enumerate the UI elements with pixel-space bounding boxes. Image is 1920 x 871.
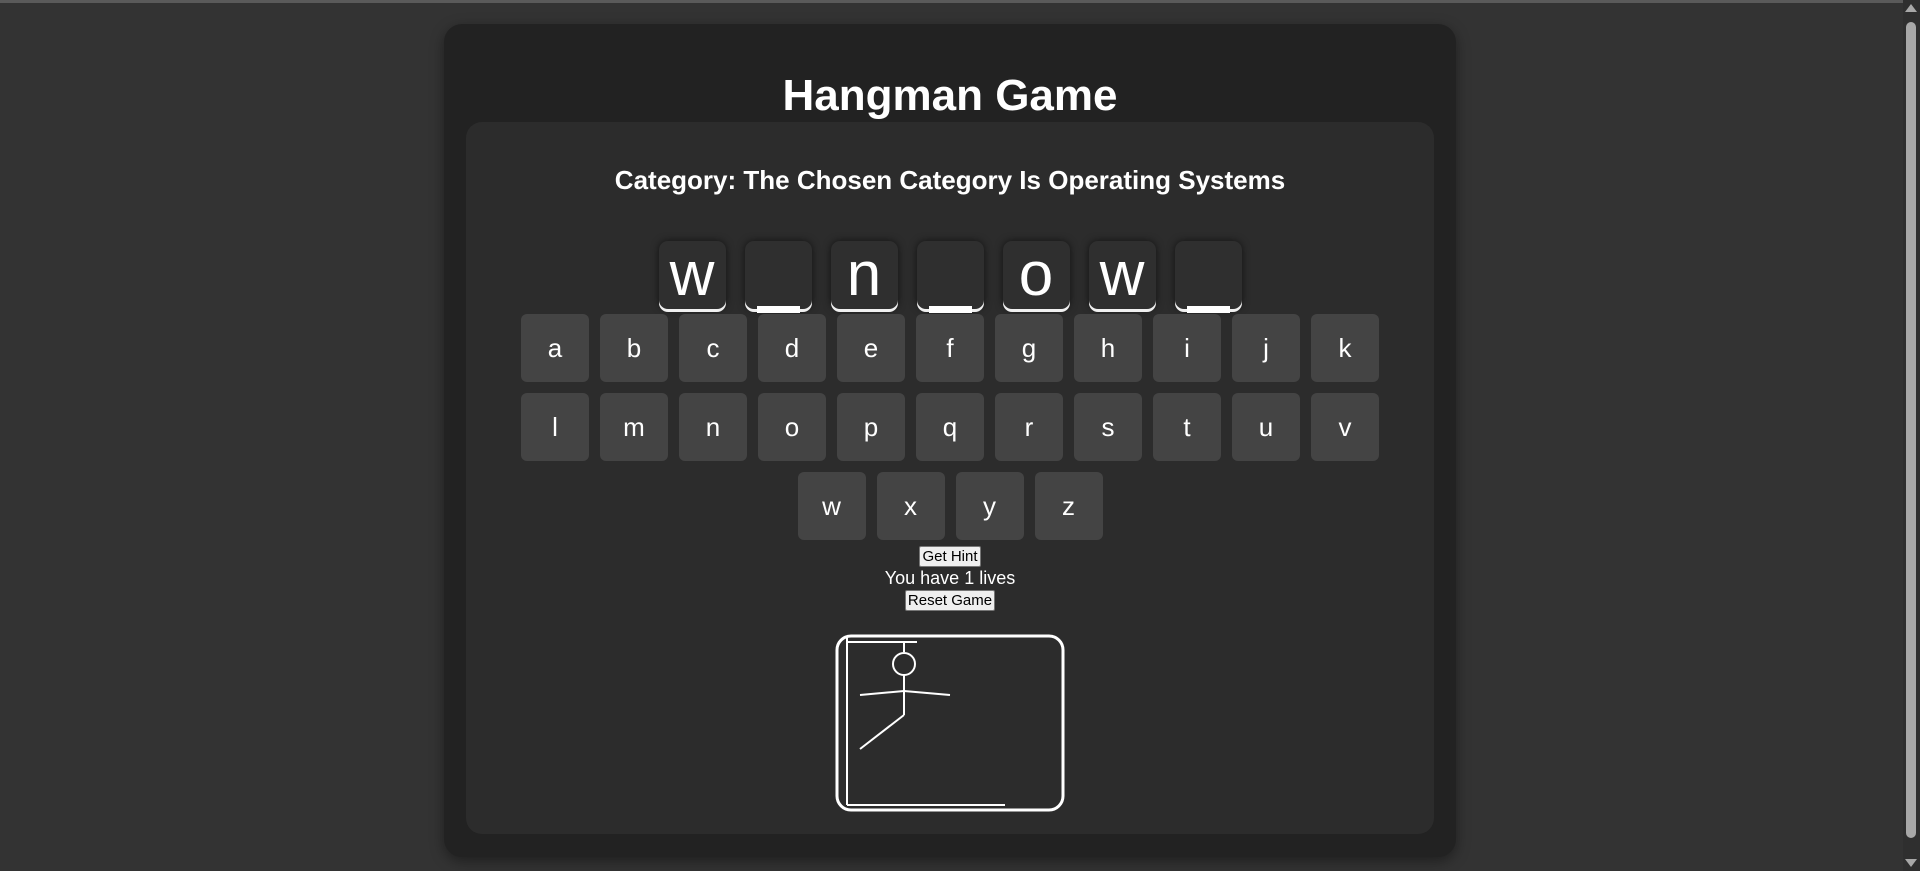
word-slot-letter: n [830, 241, 898, 309]
page-title: Hangman Game [782, 71, 1118, 120]
window-top-border [0, 0, 1920, 3]
letter-key-g[interactable]: g [995, 314, 1063, 382]
scroll-up-arrow-icon[interactable] [1905, 4, 1917, 12]
word-slot-letter: w [658, 241, 726, 309]
word-slot-blank [744, 241, 812, 313]
letter-key-u[interactable]: u [1232, 393, 1300, 461]
letter-key-a[interactable]: a [521, 314, 589, 382]
letter-key-p[interactable]: p [837, 393, 905, 461]
game-board: Category: The Chosen Category Is Operati… [466, 122, 1434, 834]
letter-key-b[interactable]: b [600, 314, 668, 382]
letter-key-s[interactable]: s [1074, 393, 1142, 461]
letter-key-f[interactable]: f [916, 314, 984, 382]
blank-underscore [756, 306, 800, 313]
lives-counter: You have 1 lives [884, 568, 1016, 588]
get-hint-button[interactable]: Get Hint [919, 546, 981, 567]
blank-underscore [1186, 306, 1230, 313]
hangman-left-arm [859, 690, 905, 696]
canvas-frame [835, 634, 1065, 812]
hangman-canvas [835, 634, 1065, 812]
keyboard-row: abcdefghijk [466, 314, 1434, 382]
scroll-down-arrow-icon[interactable] [1905, 859, 1917, 867]
vertical-scrollbar[interactable] [1903, 0, 1920, 871]
blank-underscore [928, 306, 972, 313]
letter-key-x[interactable]: x [876, 472, 945, 540]
letter-key-o[interactable]: o [758, 393, 826, 461]
word-slot-blank [916, 241, 984, 313]
hangman-head [892, 652, 916, 676]
letter-keyboard: abcdefghijk lmnopqrstuv wxyz [466, 314, 1434, 551]
hangman-right-arm [903, 690, 951, 696]
reset-game-button[interactable]: Reset Game [904, 590, 996, 611]
game-controls: Get Hint You have 1 lives Reset Game [466, 546, 1434, 611]
letter-key-w[interactable]: w [797, 472, 866, 540]
letter-key-n[interactable]: n [679, 393, 747, 461]
letter-key-c[interactable]: c [679, 314, 747, 382]
word-slot-letter: o [1002, 241, 1070, 309]
letter-key-e[interactable]: e [837, 314, 905, 382]
keyboard-row: lmnopqrstuv [466, 393, 1434, 461]
letter-key-z[interactable]: z [1034, 472, 1103, 540]
letter-key-k[interactable]: k [1311, 314, 1379, 382]
scrollbar-thumb[interactable] [1906, 22, 1916, 838]
letter-key-r[interactable]: r [995, 393, 1063, 461]
letter-key-j[interactable]: j [1232, 314, 1300, 382]
letter-key-h[interactable]: h [1074, 314, 1142, 382]
word-slot-blank [1174, 241, 1242, 313]
letter-key-t[interactable]: t [1153, 393, 1221, 461]
keyboard-row: wxyz [466, 472, 1434, 540]
letter-key-m[interactable]: m [600, 393, 668, 461]
hangman-drawing [835, 634, 1065, 812]
letter-key-d[interactable]: d [758, 314, 826, 382]
hangman-left-leg [859, 714, 905, 750]
word-slot-letter: w [1088, 241, 1156, 309]
game-container: Hangman Game Category: The Chosen Catego… [444, 24, 1456, 857]
letter-key-y[interactable]: y [955, 472, 1024, 540]
letter-key-q[interactable]: q [916, 393, 984, 461]
letter-key-l[interactable]: l [521, 393, 589, 461]
word-display: wnow [466, 241, 1434, 313]
category-label: Category: The Chosen Category Is Operati… [614, 165, 1286, 195]
letter-key-i[interactable]: i [1153, 314, 1221, 382]
letter-key-v[interactable]: v [1311, 393, 1379, 461]
